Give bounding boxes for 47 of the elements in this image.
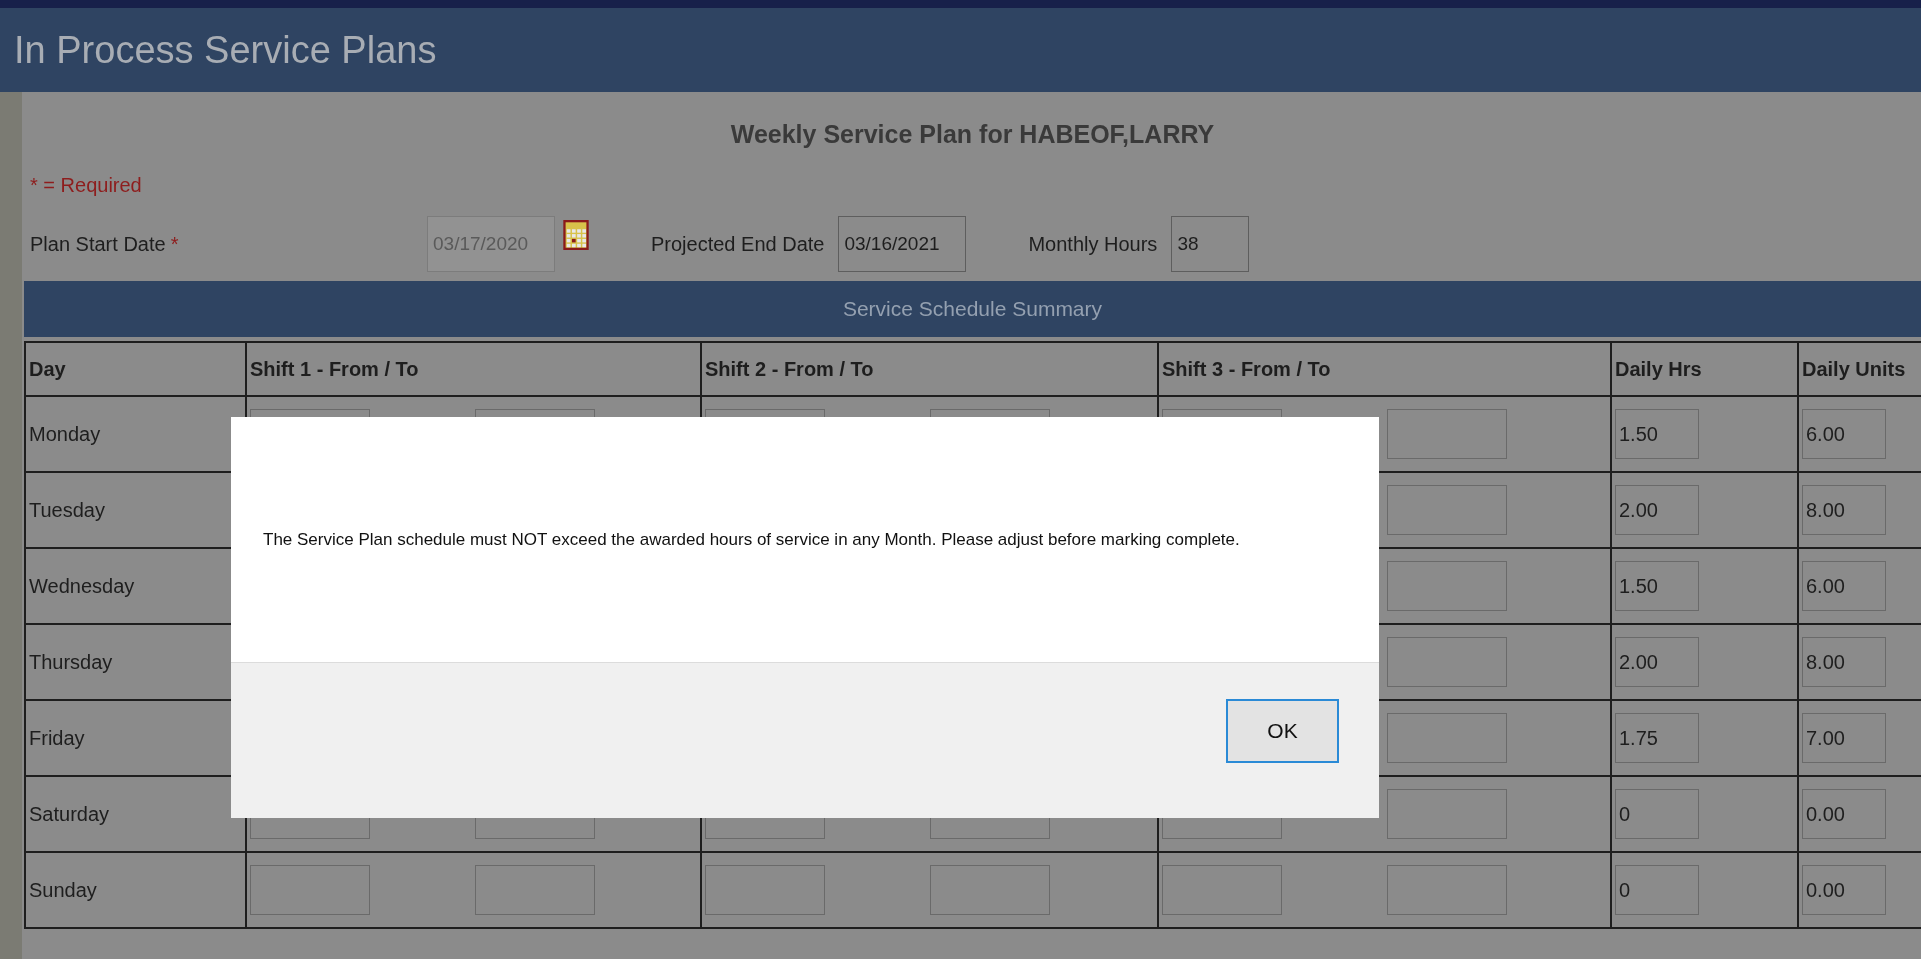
daily-hours-field[interactable]: 0 (1615, 865, 1699, 915)
date-field: 03/17/2020 (427, 216, 555, 272)
time-field[interactable] (1387, 485, 1507, 535)
ok-button[interactable]: OK (1226, 698, 1339, 763)
daily-units-field[interactable]: 8.00 (1802, 637, 1886, 687)
section-title: Service Schedule Summary (842, 297, 1103, 321)
time-field[interactable] (930, 865, 1050, 915)
daily-hours-field[interactable]: 1.50 (1615, 409, 1699, 459)
calendar-icon[interactable] (563, 220, 589, 250)
field-label: Projected End Date (651, 232, 825, 256)
page-title: In Process Service Plans (14, 28, 437, 72)
time-field[interactable] (1387, 561, 1507, 611)
field-label: Monthly Hours (1028, 232, 1158, 256)
column-header: Shift 3 - From / To (1158, 342, 1611, 396)
daily-units-field[interactable]: 7.00 (1802, 713, 1886, 763)
day-cell: Sunday (25, 852, 246, 928)
required-note: * = Required (30, 174, 143, 197)
column-header: Daily Hrs (1611, 342, 1798, 396)
column-header: Shift 1 - From / To (246, 342, 701, 396)
column-header: Daily Units (1798, 342, 1921, 396)
time-field[interactable] (1162, 865, 1282, 915)
column-header: Day (25, 342, 246, 396)
time-field[interactable] (250, 865, 370, 915)
daily-hours-field[interactable]: 2.00 (1615, 637, 1699, 687)
daily-units-field[interactable]: 0.00 (1802, 865, 1886, 915)
daily-units-field[interactable]: 0.00 (1802, 789, 1886, 839)
daily-hours-field[interactable]: 2.00 (1615, 485, 1699, 535)
time-field[interactable] (475, 865, 595, 915)
required-mark: * (170, 232, 179, 256)
daily-hours-field[interactable]: 0 (1615, 789, 1699, 839)
text-field[interactable]: 03/16/2021 (838, 216, 967, 272)
time-field[interactable] (1387, 713, 1507, 763)
daily-hours-field[interactable]: 1.50 (1615, 561, 1699, 611)
field-label: Plan Start Date (30, 232, 166, 256)
time-field[interactable] (1387, 865, 1507, 915)
time-field[interactable] (1387, 409, 1507, 459)
daily-units-field[interactable]: 6.00 (1802, 561, 1886, 611)
plan-heading: Weekly Service Plan for HABEOF,LARRY (729, 120, 1216, 150)
daily-units-field[interactable]: 8.00 (1802, 485, 1886, 535)
daily-hours-field[interactable]: 1.75 (1615, 713, 1699, 763)
daily-units-field[interactable]: 6.00 (1802, 409, 1886, 459)
time-field[interactable] (1387, 637, 1507, 687)
dialog-message: The Service Plan schedule must NOT exceed the awarded hours of service in any Month. Please adjust before marking complete. (263, 529, 1240, 550)
text-field[interactable]: 38 (1171, 216, 1250, 272)
time-field[interactable] (705, 865, 825, 915)
time-field[interactable] (1387, 789, 1507, 839)
column-header: Shift 2 - From / To (701, 342, 1158, 396)
